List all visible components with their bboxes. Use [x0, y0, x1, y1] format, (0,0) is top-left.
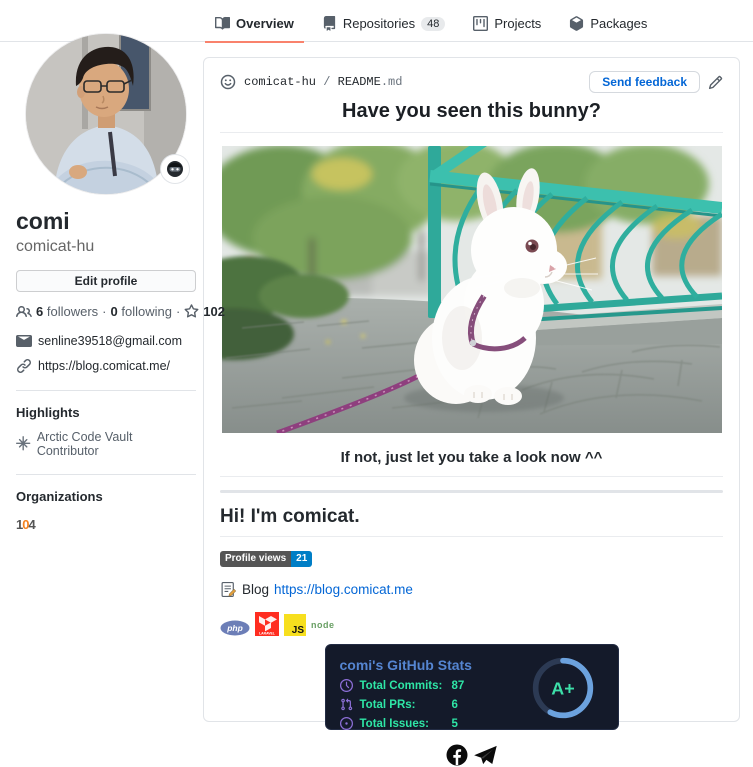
blog-link[interactable]: https://blog.comicat.me	[274, 582, 413, 597]
organization-avatar-104[interactable]: 104	[16, 514, 42, 536]
tab-overview-label: Overview	[236, 16, 294, 31]
bunny-photo	[221, 146, 722, 433]
memo-icon	[221, 582, 237, 597]
readme-breadcrumb[interactable]: comicat-hu / README.md	[244, 75, 402, 89]
svg-text:LARAVEL: LARAVEL	[259, 632, 275, 636]
repositories-count-badge: 48	[421, 16, 446, 31]
readme-caption: If not, just let you take a look now ^^	[220, 449, 723, 477]
edit-profile-button[interactable]: Edit profile	[16, 269, 196, 292]
website-row: https://blog.comicat.me/	[16, 358, 196, 374]
highlights-title: Highlights	[16, 404, 80, 420]
laravel-icon: LARAVEL	[255, 612, 279, 636]
telegram-icon[interactable]	[472, 743, 498, 767]
greeting-heading: Hi! I'm comicat.	[220, 506, 723, 537]
pencil-icon[interactable]	[708, 75, 723, 90]
javascript-icon: JS	[284, 614, 306, 636]
link-icon	[17, 358, 31, 373]
rank-ring: A+	[530, 655, 596, 721]
profile-name: comi	[16, 208, 70, 234]
star-icon	[184, 304, 199, 318]
website-link[interactable]: https://blog.comicat.me/	[38, 359, 170, 373]
status-emoji-icon	[167, 161, 183, 177]
issue-opened-icon	[339, 717, 353, 730]
markdown-hr	[220, 490, 723, 493]
tab-packages[interactable]: Packages	[559, 8, 657, 43]
tech-badges: php LARAVEL JS node	[220, 610, 723, 636]
north-star-icon	[16, 436, 31, 451]
social-links	[220, 743, 723, 767]
tab-projects-label: Projects	[494, 16, 542, 31]
followers-link[interactable]: 6 followers	[36, 304, 98, 319]
tab-packages-label: Packages	[590, 16, 648, 31]
tab-projects[interactable]: Projects	[463, 8, 551, 43]
follow-row: 6 followers · 0 following · 102	[16, 304, 225, 320]
blog-row: Blog https://blog.comicat.me	[220, 581, 723, 598]
tab-repositories-label: Repositories	[342, 16, 416, 31]
svg-text:php: php	[226, 623, 243, 633]
status-emoji-badge[interactable]	[160, 154, 190, 184]
people-icon	[16, 305, 32, 317]
profile-username: comicat-hu	[16, 237, 95, 255]
following-link[interactable]: 0 following	[111, 304, 172, 319]
profile-readme-card: comicat-hu / README.md Send feedback Hav…	[203, 57, 740, 766]
git-pull-request-icon	[340, 698, 352, 711]
profile-sidebar: comi comicat-hu Edit profile 6 followers…	[16, 34, 225, 536]
smiley-icon	[220, 74, 236, 90]
highlight-arctic-vault: Arctic Code Vault Contributor	[16, 430, 196, 458]
facebook-icon[interactable]	[445, 743, 469, 767]
project-icon	[473, 16, 489, 31]
readme-heading: Have you seen this bunny?	[220, 100, 723, 133]
github-stats-card: comi's GitHub Stats Total Commits: 87 To…	[324, 644, 619, 730]
tab-overview[interactable]: Overview	[205, 8, 304, 43]
send-feedback-button[interactable]: Send feedback	[589, 71, 700, 93]
blog-label: Blog	[242, 582, 270, 597]
email-link[interactable]: senline39518@gmail.com	[38, 334, 182, 348]
sidebar-divider	[16, 389, 196, 391]
tab-repositories[interactable]: Repositories 48	[312, 8, 456, 43]
sidebar-divider	[16, 473, 196, 475]
stars-count: 102	[203, 304, 225, 320]
highlight-label: Arctic Code Vault Contributor	[36, 429, 133, 458]
email-row: senline39518@gmail.com	[16, 333, 196, 349]
repo-icon	[323, 16, 335, 31]
package-icon	[570, 16, 584, 31]
clock-icon	[339, 679, 353, 692]
mail-icon	[16, 334, 32, 347]
nodejs-icon: node	[311, 620, 335, 630]
profile-views-badge: Profile views 21	[220, 551, 313, 567]
svg-text:A+: A+	[551, 679, 574, 699]
php-icon: php	[220, 620, 250, 636]
book-icon	[215, 16, 230, 30]
organizations-title: Organizations	[16, 488, 103, 504]
